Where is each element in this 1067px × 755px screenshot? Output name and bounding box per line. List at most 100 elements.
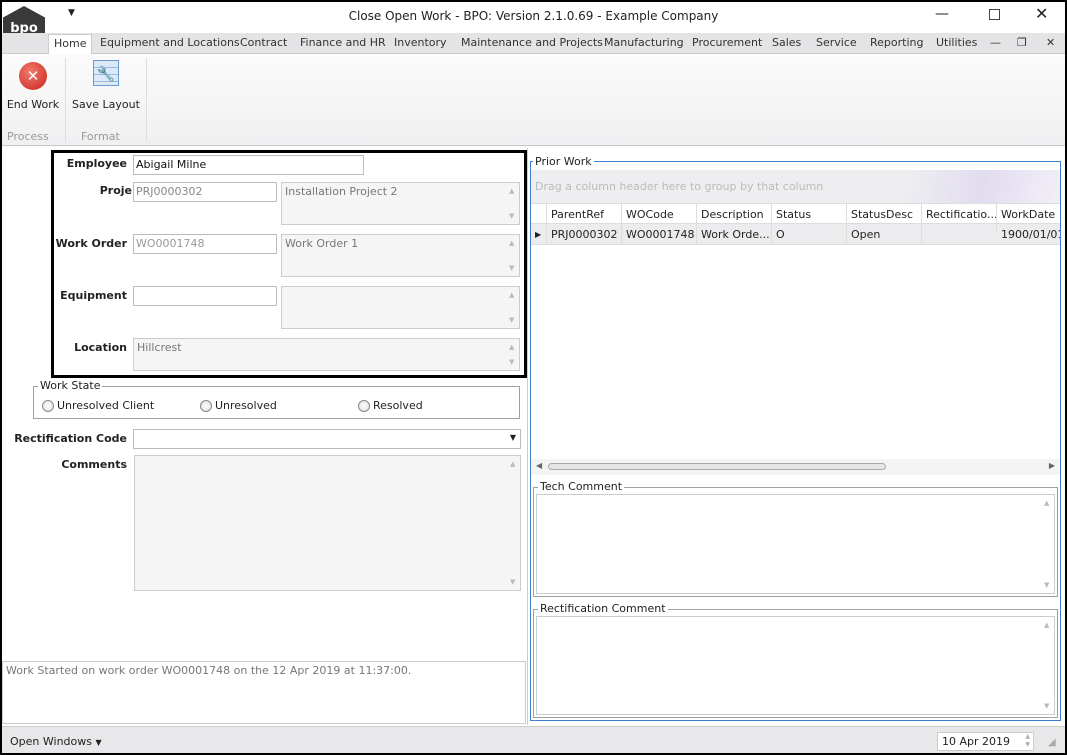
radio-circle-icon [358, 399, 370, 412]
mdi-minimize-button[interactable]: — [990, 36, 1001, 49]
tab-sales[interactable]: Sales [772, 36, 801, 49]
project-description-field[interactable]: Installation Project 2 ▲ ▼ [281, 182, 520, 225]
cancel-x-icon: ✕ [19, 62, 47, 90]
scroll-left-icon[interactable]: ◀ [536, 461, 542, 470]
splitter[interactable] [527, 148, 528, 725]
equipment-code-field[interactable] [133, 286, 277, 306]
resize-grip-icon[interactable]: ◢ [1048, 737, 1056, 748]
scrollbar[interactable]: ▲ ▼ [505, 287, 519, 328]
open-windows-button[interactable]: Open Windows ▼ [10, 735, 102, 748]
save-layout-button[interactable]: 🔧 Save Layout [70, 58, 142, 114]
minimize-button[interactable]: — [935, 6, 949, 22]
ribbon-tabs: Home Equipment and Locations Contract Fi… [0, 33, 1067, 55]
project-code-field[interactable]: PRJ0000302 [133, 182, 277, 202]
scrollbar-thumb[interactable] [548, 463, 886, 470]
comments-field[interactable]: ▲ ▼ [134, 455, 521, 591]
chevron-down-icon: ▼ [95, 738, 102, 747]
table-wrench-icon: 🔧 [93, 60, 119, 86]
scrollbar[interactable]: ▲ ▼ [505, 339, 519, 370]
tab-reporting[interactable]: Reporting [870, 36, 923, 49]
location-text: Hillcrest [137, 341, 182, 354]
group-by-hint: Drag a column header here to group by th… [535, 180, 824, 193]
work-order-description-text: Work Order 1 [285, 237, 359, 250]
location-label: Location [74, 341, 127, 354]
status-message-box: Work Started on work order WO0001748 on … [2, 661, 526, 724]
tab-finance-and-hr[interactable]: Finance and HR [300, 36, 386, 49]
rectification-code-label: Rectification Code [14, 432, 127, 445]
radio-unresolved[interactable]: Unresolved [200, 399, 277, 412]
scrollbar[interactable]: ▲ ▼ [506, 456, 520, 590]
chevron-down-icon[interactable]: ▼ [510, 433, 516, 442]
prior-work-title: Prior Work [533, 155, 594, 168]
comments-label: Comments [61, 458, 127, 471]
work-order-description-field[interactable]: Work Order 1 ▲ ▼ [281, 234, 520, 277]
location-field[interactable]: Hillcrest ▲ ▼ [133, 338, 520, 371]
mdi-close-button[interactable]: ✕ [1046, 36, 1055, 49]
mdi-restore-button[interactable]: ❐ [1017, 36, 1027, 49]
tab-procurement[interactable]: Procurement [692, 36, 762, 49]
radio-resolved[interactable]: Resolved [358, 399, 423, 412]
work-state-label: Work State [38, 379, 103, 392]
radio-label: Resolved [373, 399, 423, 412]
rectification-code-dropdown[interactable]: ▼ [133, 429, 521, 449]
window-title: Close Open Work - BPO: Version 2.1.0.69 … [348, 9, 719, 23]
cell-wocode: WO0001748 [622, 224, 697, 245]
radio-unresolved-client[interactable]: Unresolved Client [42, 399, 154, 412]
radio-circle-icon [200, 399, 212, 412]
tab-home[interactable]: Home [48, 34, 93, 55]
radio-circle-icon [42, 399, 54, 412]
open-windows-label: Open Windows [10, 735, 92, 748]
end-work-button[interactable]: ✕ End Work [3, 58, 63, 114]
cell-statusdesc: Open [847, 224, 922, 245]
project-description-text: Installation Project 2 [285, 185, 398, 198]
column-header-parentref[interactable]: ParentRef [547, 204, 622, 225]
grid-header: ParentRef WOCode Description Status Stat… [531, 203, 1060, 225]
row-indicator-header [531, 204, 547, 224]
scrollbar[interactable]: ▲ ▼ [1040, 617, 1054, 714]
tab-manufacturing[interactable]: Manufacturing [604, 36, 684, 49]
scrollbar[interactable]: ▲ ▼ [505, 183, 519, 224]
tab-equipment-and-locations[interactable]: Equipment and Locations [100, 36, 240, 49]
rectification-comment-title: Rectification Comment [538, 602, 668, 615]
close-button[interactable]: ✕ [1035, 4, 1048, 23]
column-header-status[interactable]: Status [772, 204, 847, 225]
horizontal-scrollbar[interactable]: ◀ ▶ [531, 459, 1060, 475]
work-order-code-field[interactable]: WO0001748 [133, 234, 277, 254]
tech-comment-field[interactable]: ▲ ▼ [536, 494, 1055, 594]
rectification-comment-group: Rectification Comment ▲ ▼ [533, 602, 1058, 718]
save-layout-label: Save Layout [72, 98, 140, 111]
maximize-button[interactable] [989, 9, 1000, 20]
radio-label: Unresolved [215, 399, 277, 412]
date-value: 10 Apr 2019 [942, 735, 1011, 748]
employee-field[interactable]: Abigail Milne [133, 155, 364, 175]
cell-status: O [772, 224, 847, 245]
cell-rectification [922, 224, 997, 232]
tab-contract[interactable]: Contract [240, 36, 287, 49]
table-row[interactable]: ▶ PRJ0000302 WO0001748 Work Orde... O Op… [531, 224, 1060, 245]
spin-icon[interactable]: ▲ ▼ [1025, 733, 1030, 749]
tab-maintenance-and-projects[interactable]: Maintenance and Projects [461, 36, 603, 49]
scrollbar[interactable]: ▲ ▼ [505, 235, 519, 276]
employee-label: Employee [66, 157, 127, 170]
column-header-workdate[interactable]: WorkDate [997, 204, 1060, 225]
date-field[interactable]: 10 Apr 2019 ▲ ▼ [937, 732, 1034, 751]
scrollbar[interactable]: ▲ ▼ [1040, 495, 1054, 593]
tab-service[interactable]: Service [816, 36, 857, 49]
rectification-comment-field[interactable]: ▲ ▼ [536, 616, 1055, 715]
column-header-description[interactable]: Description [697, 204, 772, 225]
column-header-rectification[interactable]: Rectificatio... [922, 204, 997, 225]
project-label: Proje [99, 184, 132, 197]
tab-inventory[interactable]: Inventory [394, 36, 447, 49]
column-header-wocode[interactable]: WOCode [622, 204, 697, 225]
cell-parentref: PRJ0000302 [547, 224, 622, 245]
group-format-label: Format [81, 130, 120, 143]
cell-workdate: 1900/01/01 [1001, 228, 1060, 241]
tech-comment-group: Tech Comment ▲ ▼ [533, 480, 1058, 597]
group-by-panel[interactable]: Drag a column header here to group by th… [531, 170, 1060, 203]
ribbon: ✕ End Work 🔧 Save Layout Process Format [0, 54, 1067, 146]
column-header-statusdesc[interactable]: StatusDesc [847, 204, 922, 225]
radio-label: Unresolved Client [57, 399, 155, 412]
equipment-description-field[interactable]: ▲ ▼ [281, 286, 520, 329]
tab-utilities[interactable]: Utilities [936, 36, 977, 49]
scroll-right-icon[interactable]: ▶ [1049, 461, 1055, 470]
